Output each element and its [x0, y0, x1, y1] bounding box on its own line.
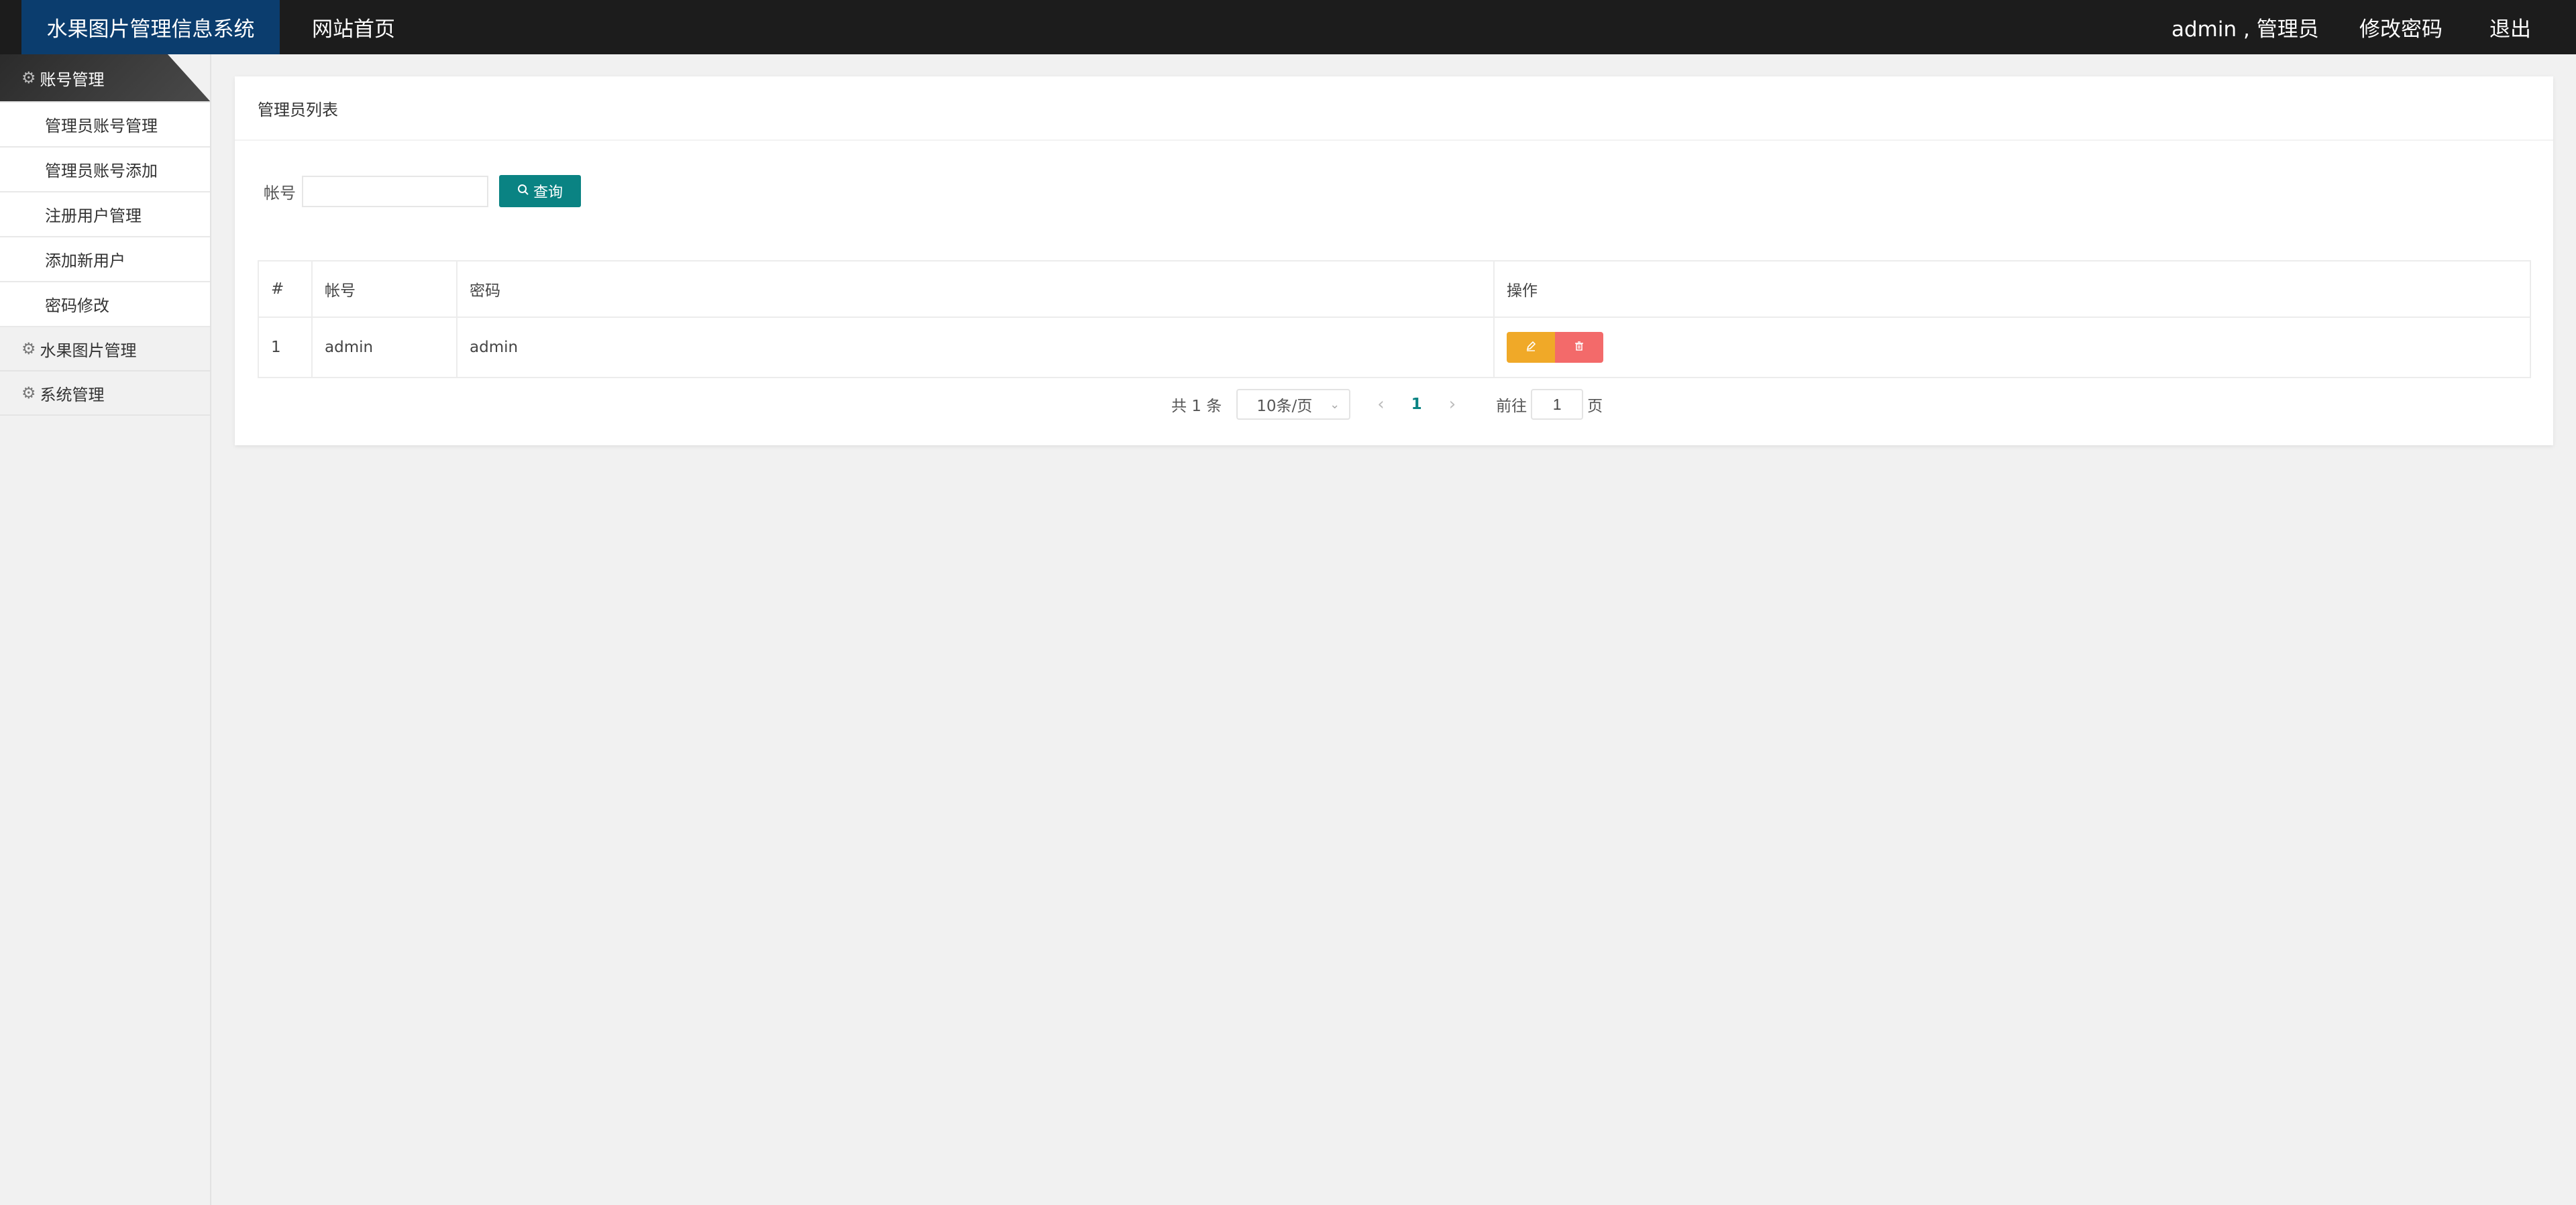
sidebar-group-label: 账号管理 [40, 70, 105, 89]
search-bar: 帐号 查询 [258, 175, 581, 207]
search-icon [517, 182, 529, 200]
page-suffix: 页 [1587, 398, 1603, 415]
goto-page-input[interactable] [1531, 389, 1584, 420]
column-header-index: # [259, 262, 313, 317]
prev-page-button[interactable]: ‹ [1377, 394, 1384, 414]
delete-button[interactable] [1555, 332, 1603, 363]
pagination-total: 共 1 条 [1171, 398, 1222, 415]
page-size-value: 10条/页 [1256, 398, 1313, 415]
admin-table: # 帐号 密码 操作 1 admin admin [258, 260, 2531, 378]
search-label: 帐号 [264, 183, 296, 203]
gear-icon: ⚙ [21, 68, 36, 87]
pagination: 共 1 条 10条/页 ⌄ ‹ 1 › 前往 页 [1171, 389, 1603, 420]
sidebar-item-add-admin[interactable]: 管理员账号添加 [0, 148, 210, 192]
sidebar-group-fruit-images[interactable]: ⚙ 水果图片管理 [0, 327, 210, 371]
edit-icon [1525, 340, 1536, 355]
card-title: 管理员列表 [235, 76, 2553, 141]
cell-index: 1 [259, 318, 313, 377]
sidebar-group-account[interactable]: ⚙ 账号管理 [0, 54, 210, 103]
gear-icon: ⚙ [21, 339, 36, 358]
table-header-row: # 帐号 密码 操作 [259, 262, 2530, 318]
sidebar-item-change-password[interactable]: 密码修改 [0, 282, 210, 327]
app-title[interactable]: 水果图片管理信息系统 [21, 0, 280, 54]
sidebar-item-add-user[interactable]: 添加新用户 [0, 237, 210, 282]
table-row: 1 admin admin [259, 318, 2530, 377]
cell-account: admin [313, 318, 458, 377]
cell-actions [1495, 318, 2530, 377]
column-header-password: 密码 [458, 262, 1495, 317]
column-header-actions: 操作 [1507, 282, 1538, 300]
column-header-account: 帐号 [313, 262, 458, 317]
sidebar-item-admin-accounts[interactable]: 管理员账号管理 [0, 103, 210, 148]
logout-link[interactable]: 退出 [2489, 0, 2531, 54]
next-page-button[interactable]: › [1449, 394, 1456, 414]
change-password-link[interactable]: 修改密码 [2359, 0, 2443, 54]
sidebar-group-label: 水果图片管理 [40, 341, 137, 360]
goto-label: 前往 [1496, 398, 1527, 415]
sidebar: ⚙ 账号管理 管理员账号管理 管理员账号添加 注册用户管理 添加新用户 密码修改… [0, 54, 211, 1205]
admin-list-card: 管理员列表 帐号 查询 # 帐号 密码 操作 1 admin admin 共 1… [235, 76, 2553, 445]
search-button[interactable]: 查询 [499, 175, 581, 207]
current-page[interactable]: 1 [1411, 396, 1422, 413]
sidebar-group-system[interactable]: ⚙ 系统管理 [0, 371, 210, 416]
cell-password: admin [458, 318, 1495, 377]
nav-home-link[interactable]: 网站首页 [312, 0, 395, 54]
page-size-select[interactable]: 10条/页 ⌄ [1236, 389, 1351, 420]
sidebar-item-registered-users[interactable]: 注册用户管理 [0, 192, 210, 237]
search-button-label: 查询 [533, 184, 563, 200]
account-search-input[interactable] [302, 175, 488, 207]
sidebar-group-label: 系统管理 [40, 385, 105, 404]
user-info: admin , 管理员 [2171, 17, 2319, 42]
edit-button[interactable] [1507, 332, 1555, 363]
chevron-down-icon: ⌄ [1330, 397, 1340, 412]
gear-icon: ⚙ [21, 384, 36, 402]
top-bar: 水果图片管理信息系统 网站首页 admin , 管理员 修改密码 退出 [0, 0, 2576, 54]
trash-icon [1574, 340, 1585, 355]
